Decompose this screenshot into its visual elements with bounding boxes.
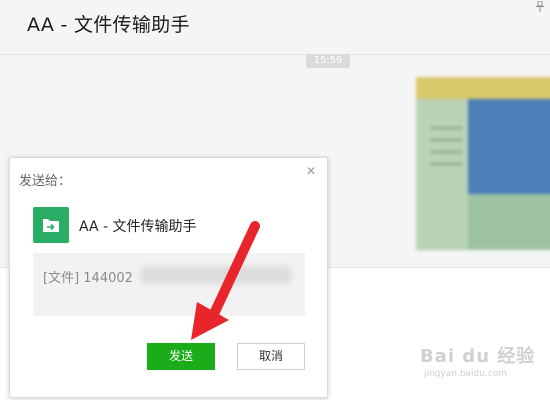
image-thumbnail [468,194,550,249]
watermark-sub: jingyan.baidu.com [424,369,508,379]
dialog-title: 发送给： [19,174,72,189]
message-timestamp: 15:59 [306,54,350,68]
recipient-avatar [33,207,69,243]
file-label: [文件] 144002 [43,271,133,286]
annotation-arrow [191,221,260,340]
watermark-main: Bai du 经验 [420,346,536,367]
chat-header: AA - 文件传输助手 [0,0,550,55]
image-thumbnail [430,127,462,129]
image-thumbnail [416,77,550,99]
image-thumbnail [416,99,468,249]
image-thumbnail [430,163,462,165]
send-to-dialog: 发送给： ✕ AA - 文件传输助手 [文件] 144002 发送 取消 [9,157,328,398]
image-thumbnail [430,151,462,153]
image-thumbnail [430,139,462,141]
pin-icon[interactable] [535,1,545,12]
image-message[interactable] [416,77,550,250]
chat-title: AA - 文件传输助手 [27,14,190,36]
watermark: Bai du 经验 jingyan.baidu.com [420,342,535,379]
close-icon[interactable]: ✕ [305,165,317,177]
image-thumbnail [468,99,550,194]
file-transfer-icon [43,219,59,232]
recipient-name: AA - 文件传输助手 [79,219,197,235]
